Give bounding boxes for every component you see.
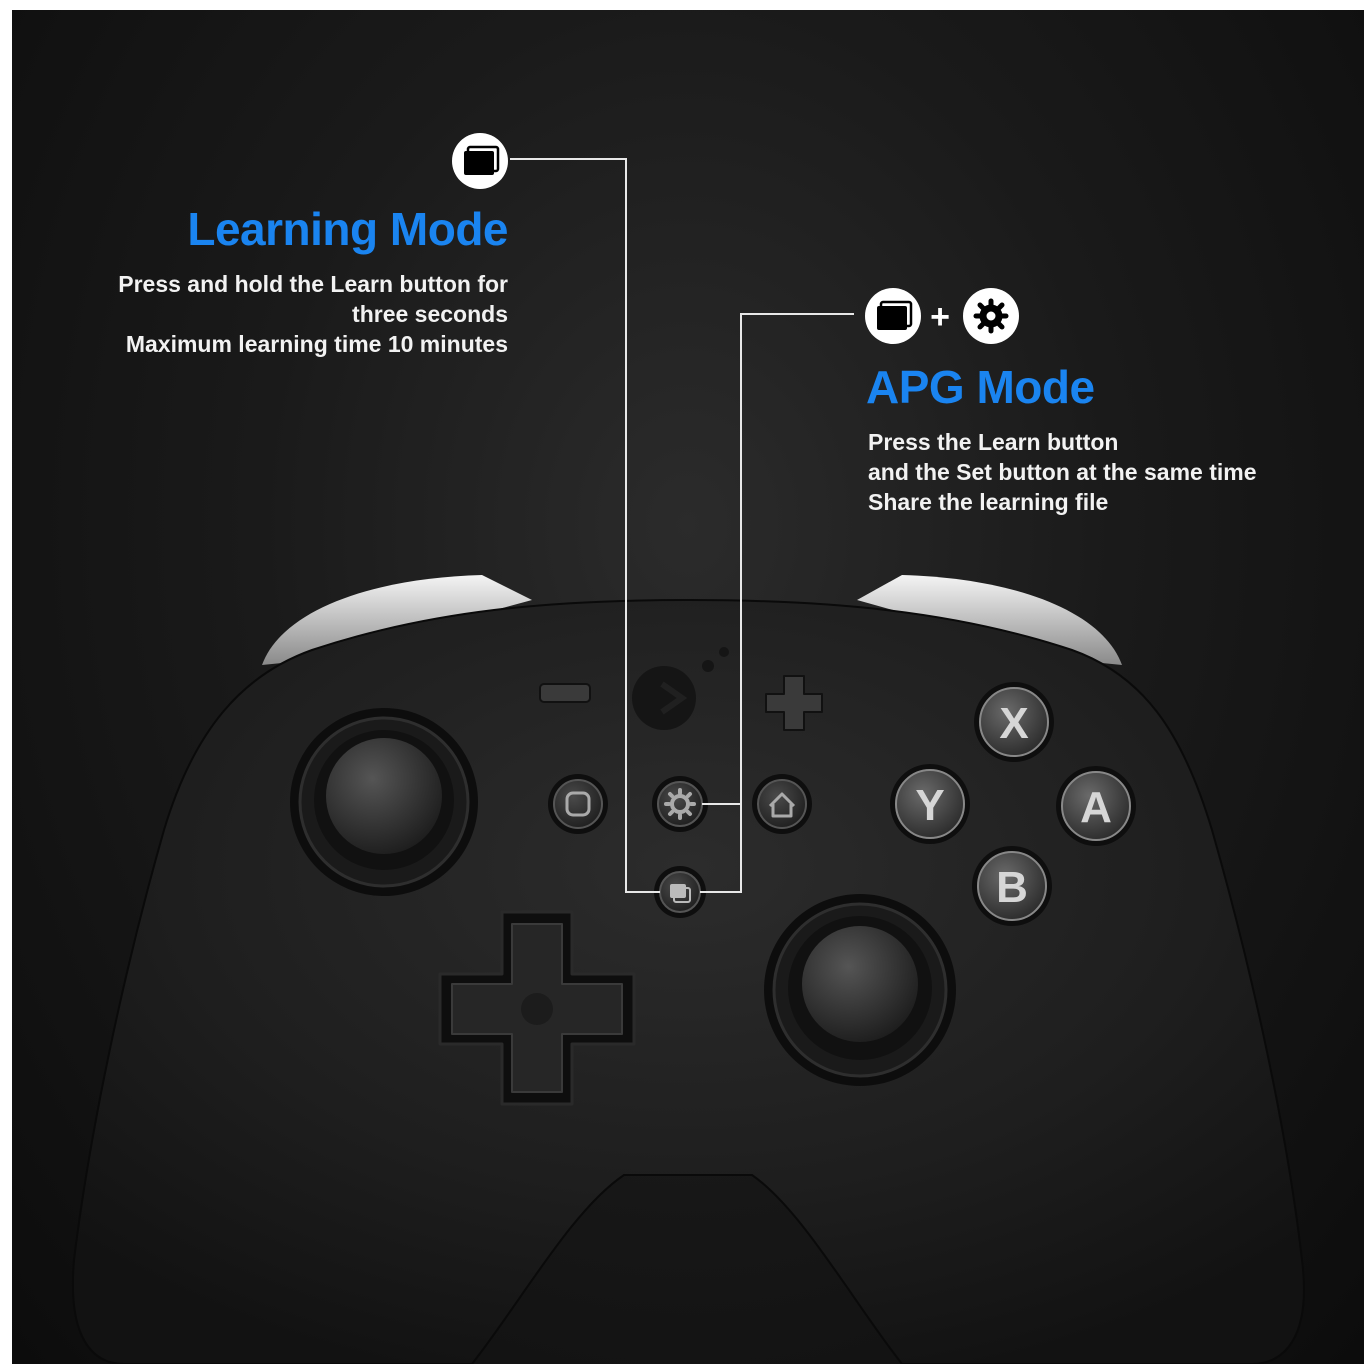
- learning-mode-title: Learning Mode: [187, 203, 508, 255]
- face-button-y-label: Y: [915, 781, 944, 830]
- face-button-b: B: [972, 846, 1052, 926]
- apg-mode-line-1: Press the Learn button: [868, 429, 1119, 455]
- set-button: [652, 776, 708, 832]
- face-button-x: X: [974, 682, 1054, 762]
- face-button-a-label: A: [1080, 783, 1112, 832]
- learning-mode-line-3: Maximum learning time 10 minutes: [125, 331, 508, 357]
- learn-button: [654, 866, 706, 918]
- apg-learn-icon: [865, 288, 921, 344]
- minus-button: [539, 683, 591, 703]
- face-button-x-label: X: [999, 699, 1028, 748]
- learning-mode-line-1: Press and hold the Learn button for: [118, 271, 508, 297]
- face-button-b-label: B: [996, 863, 1028, 912]
- right-thumbstick: [764, 894, 956, 1086]
- learning-mode-line-2: three seconds: [352, 301, 508, 327]
- apg-mode-title: APG Mode: [866, 361, 1095, 413]
- apg-plus-sign: +: [930, 298, 950, 336]
- learning-learn-icon: [452, 133, 508, 189]
- apg-mode-description: Press the Learn button and the Set butto…: [868, 427, 1257, 517]
- face-button-y: Y: [890, 764, 970, 844]
- product-image: X Y A B + Learning Mode Press and hold t…: [12, 10, 1364, 1364]
- apg-mode-line-3: Share the learning file: [868, 489, 1109, 515]
- capture-button: [548, 774, 608, 834]
- left-thumbstick: [290, 708, 478, 896]
- apg-mode-line-2: and the Set button at the same time: [868, 459, 1257, 485]
- home-button: [752, 774, 812, 834]
- apg-gear-icon: [963, 288, 1019, 344]
- face-button-a: A: [1056, 766, 1136, 846]
- learning-mode-description: Press and hold the Learn button for thre…: [118, 269, 508, 359]
